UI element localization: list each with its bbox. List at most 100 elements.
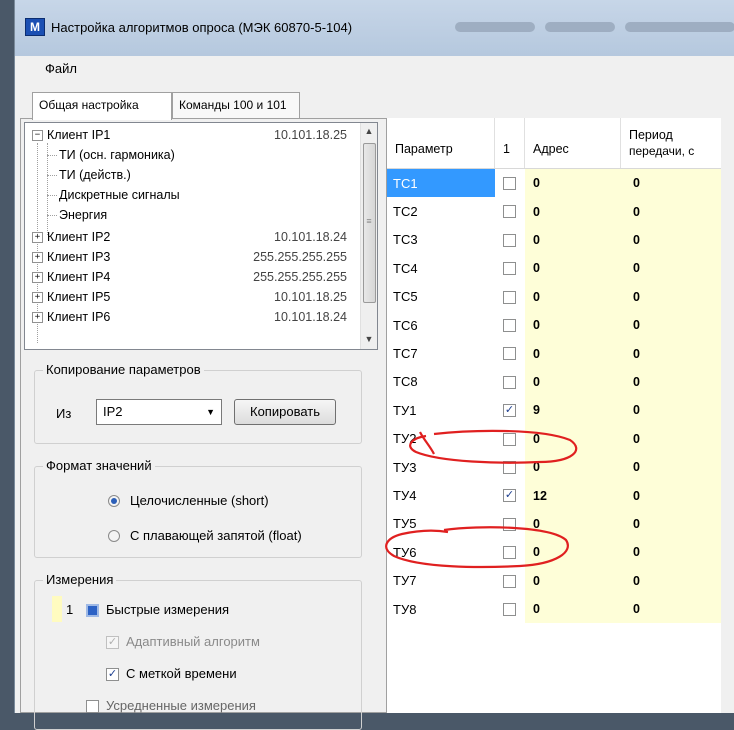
cell-addr[interactable]: 0 — [525, 453, 621, 482]
cell-check[interactable] — [495, 424, 525, 453]
cell-param[interactable]: ТС5 — [387, 283, 495, 311]
row-checkbox[interactable] — [503, 517, 516, 531]
table-row[interactable]: ТУ5 0 0 — [387, 509, 721, 539]
table-row[interactable]: ТС8 0 0 — [387, 367, 721, 397]
row-checkbox[interactable] — [503, 574, 516, 588]
cell-param[interactable]: ТУ5 — [387, 510, 495, 538]
cell-addr[interactable]: 0 — [525, 254, 621, 283]
row-checkbox[interactable] — [503, 461, 516, 474]
tree-scrollbar[interactable]: ▲ ≡ ▼ — [360, 123, 377, 349]
params-grid[interactable]: Параметр 1 Адрес Период передачи, с ТС1 0… — [386, 118, 721, 713]
tree-node-ip1[interactable]: − Клиент IP1 10.101.18.25 — [25, 125, 355, 145]
cell-param[interactable]: ТУ3 — [387, 453, 495, 481]
table-row[interactable]: ТУ2 0 0 — [387, 424, 721, 453]
tree-child[interactable]: ТИ (осн. гармоника) — [25, 145, 355, 165]
table-row[interactable]: ТУ3 0 0 — [387, 453, 721, 482]
expand-icon[interactable]: + — [32, 312, 43, 323]
cell-addr[interactable]: 0 — [525, 566, 621, 595]
row-checkbox[interactable] — [503, 603, 516, 616]
cell-param[interactable]: ТС1 — [387, 169, 495, 198]
cell-period[interactable]: 0 — [621, 453, 721, 482]
fast-measure-checkbox[interactable] — [86, 604, 99, 617]
cell-addr[interactable]: 0 — [525, 595, 621, 624]
cell-check[interactable] — [495, 367, 525, 397]
cell-period[interactable]: 0 — [621, 538, 721, 567]
expand-icon[interactable]: + — [32, 272, 43, 283]
fast-measure-label[interactable]: Быстрые измерения — [106, 602, 229, 617]
radio-float[interactable] — [108, 530, 120, 542]
cell-check[interactable]: ✓ — [495, 481, 525, 510]
averaged-checkbox[interactable] — [86, 700, 99, 713]
row-checkbox[interactable] — [503, 319, 516, 332]
radio-short[interactable] — [108, 495, 120, 507]
cell-period[interactable]: 0 — [621, 424, 721, 453]
tab-commands[interactable]: Команды 100 и 101 — [172, 92, 300, 118]
cell-param[interactable]: ТС6 — [387, 311, 495, 339]
cell-period[interactable]: 0 — [621, 509, 721, 539]
row-checkbox[interactable] — [503, 290, 516, 304]
row-checkbox[interactable]: ✓ — [503, 404, 516, 418]
table-row[interactable]: ТУ1 ✓ 9 0 — [387, 396, 721, 425]
clients-tree[interactable]: − Клиент IP1 10.101.18.25 ТИ (осн. гармо… — [24, 122, 378, 350]
table-row[interactable]: ТС5 0 0 — [387, 282, 721, 311]
cell-param[interactable]: ТУ8 — [387, 595, 495, 623]
col-header-addr[interactable]: Адрес — [525, 118, 621, 168]
timestamp-checkbox[interactable]: ✓ — [106, 668, 119, 681]
cell-check[interactable] — [495, 254, 525, 283]
table-row[interactable]: ТУ6 0 0 — [387, 538, 721, 567]
tree-node-ip5[interactable]: + Клиент IP5 10.101.18.25 — [25, 287, 355, 307]
col-header-period[interactable]: Период передачи, с — [621, 118, 721, 168]
cell-period[interactable]: 0 — [621, 339, 721, 368]
table-row[interactable]: ТС7 0 0 — [387, 339, 721, 368]
row-checkbox[interactable] — [503, 262, 516, 276]
cell-param[interactable]: ТС3 — [387, 226, 495, 254]
col-header-1[interactable]: 1 — [495, 118, 525, 168]
row-checkbox[interactable]: ✓ — [503, 489, 516, 503]
tree-child[interactable]: Энергия — [25, 205, 355, 225]
copy-from-select[interactable]: IP2 ▼ — [96, 399, 222, 425]
cell-param[interactable]: ТС4 — [387, 254, 495, 282]
cell-check[interactable] — [495, 453, 525, 482]
table-row[interactable]: ТС6 0 0 — [387, 311, 721, 340]
cell-period[interactable]: 0 — [621, 595, 721, 624]
expand-icon[interactable]: + — [32, 292, 43, 303]
expand-icon[interactable]: + — [32, 252, 43, 263]
cell-check[interactable]: ✓ — [495, 396, 525, 425]
radio-short-label[interactable]: Целочисленные (short) — [130, 493, 269, 508]
cell-period[interactable]: 0 — [621, 311, 721, 340]
table-row[interactable]: ТС3 0 0 — [387, 225, 721, 255]
averaged-label[interactable]: Усредненные измерения — [106, 698, 256, 713]
title-bar[interactable]: М Настройка алгоритмов опроса (МЭК 60870… — [15, 0, 734, 56]
cell-param[interactable]: ТУ2 — [387, 425, 495, 453]
cell-addr[interactable]: 0 — [525, 424, 621, 453]
cell-check[interactable] — [495, 339, 525, 368]
cell-period[interactable]: 0 — [621, 197, 721, 226]
radio-float-label[interactable]: С плавающей запятой (float) — [130, 528, 302, 543]
cell-addr[interactable]: 0 — [525, 311, 621, 340]
table-row[interactable]: ТС2 0 0 — [387, 197, 721, 226]
cell-param[interactable]: ТС7 — [387, 339, 495, 367]
cell-check[interactable] — [495, 538, 525, 567]
row-checkbox[interactable] — [503, 177, 516, 190]
cell-param[interactable]: ТУ6 — [387, 538, 495, 566]
tree-child[interactable]: ТИ (действ.) — [25, 165, 355, 185]
table-row[interactable]: ТС1 0 0 — [387, 169, 721, 198]
tree-node-ip3[interactable]: + Клиент IP3 255.255.255.255 — [25, 247, 355, 267]
cell-addr[interactable]: 0 — [525, 169, 621, 198]
table-row[interactable]: ТС4 0 0 — [387, 254, 721, 283]
row-checkbox[interactable] — [503, 546, 516, 560]
tree-node-ip4[interactable]: + Клиент IP4 255.255.255.255 — [25, 267, 355, 287]
tree-child[interactable]: Дискретные сигналы — [25, 185, 355, 205]
cell-addr[interactable]: 12 — [525, 481, 621, 510]
cell-check[interactable] — [495, 225, 525, 255]
cell-addr[interactable]: 0 — [525, 225, 621, 255]
table-row[interactable]: ТУ8 0 0 — [387, 595, 721, 624]
cell-addr[interactable]: 9 — [525, 396, 621, 425]
cell-check[interactable] — [495, 169, 525, 198]
tab-general[interactable]: Общая настройка — [32, 92, 172, 120]
tree-node-ip2[interactable]: + Клиент IP2 10.101.18.24 — [25, 227, 355, 247]
cell-addr[interactable]: 0 — [525, 339, 621, 368]
cell-check[interactable] — [495, 509, 525, 539]
row-checkbox[interactable] — [503, 205, 516, 219]
cell-check[interactable] — [495, 566, 525, 595]
